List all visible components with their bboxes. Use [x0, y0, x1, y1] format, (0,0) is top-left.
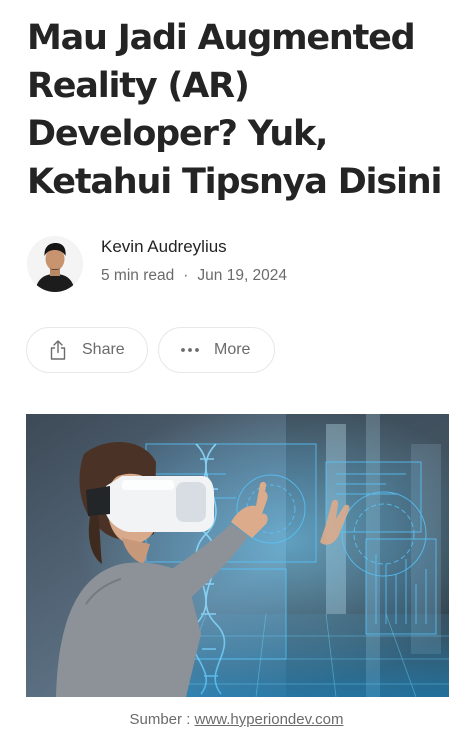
author-avatar[interactable]	[27, 236, 83, 292]
publish-date: Jun 19, 2024	[197, 267, 288, 284]
share-icon	[46, 338, 70, 362]
image-caption: Sumber : www.hyperiondev.com	[0, 711, 473, 728]
share-button[interactable]: Share	[26, 327, 148, 373]
meta-separator: ·	[183, 267, 189, 284]
hero-image	[26, 414, 449, 697]
author-block: Kevin Audreylius 5 min read · Jun 19, 2024	[27, 236, 447, 292]
read-time: 5 min read	[101, 267, 175, 284]
more-dots-icon	[178, 338, 202, 362]
caption-prefix: Sumber :	[129, 711, 195, 728]
share-label: Share	[82, 341, 125, 358]
caption-link[interactable]: www.hyperiondev.com	[195, 711, 344, 728]
author-name[interactable]: Kevin Audreylius	[101, 237, 227, 257]
more-label: More	[214, 341, 251, 358]
more-button[interactable]: More	[158, 327, 275, 373]
avatar-image	[27, 236, 83, 292]
article-title: Mau Jadi Augmented Reality (AR) Develope…	[27, 18, 442, 202]
article-meta: 5 min read · Jun 19, 2024	[101, 267, 287, 285]
